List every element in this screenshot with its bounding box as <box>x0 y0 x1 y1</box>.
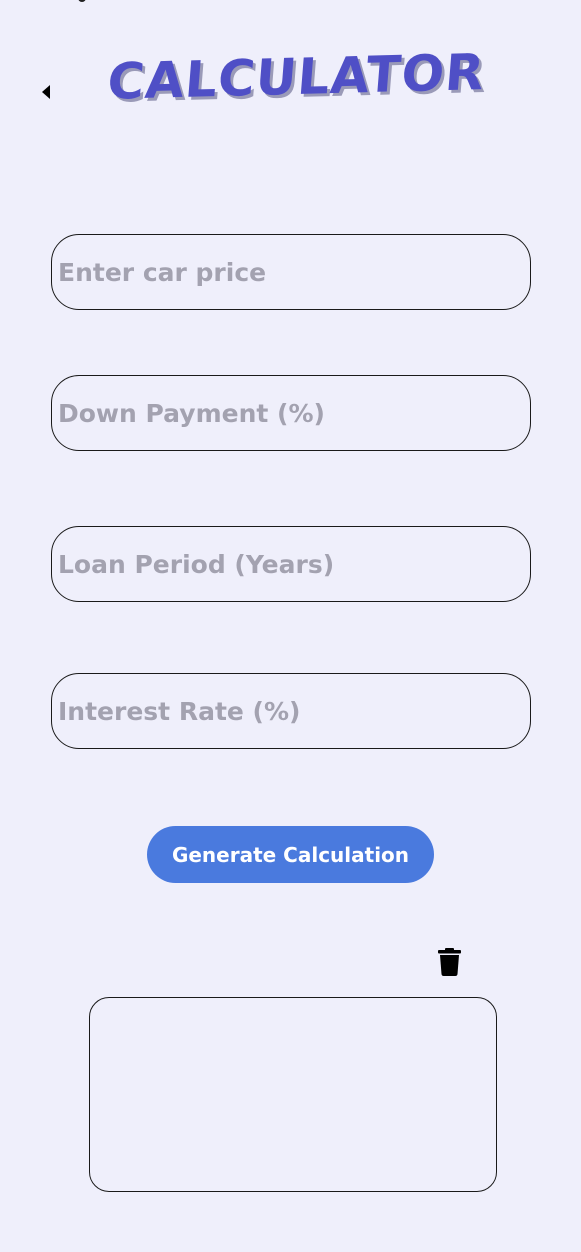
interest-rate-field[interactable] <box>51 673 531 749</box>
back-arrow-icon <box>42 85 50 99</box>
trash-icon <box>438 948 461 976</box>
loan-period-input[interactable] <box>52 527 530 601</box>
result-box <box>89 997 497 1192</box>
interest-rate-input[interactable] <box>52 674 530 748</box>
back-button[interactable] <box>34 78 58 106</box>
generate-calculation-button[interactable]: Generate Calculation <box>147 826 434 883</box>
page-title: CALCULATOR <box>105 43 488 111</box>
car-price-field[interactable] <box>51 234 531 310</box>
car-price-input[interactable] <box>52 235 530 309</box>
down-payment-field[interactable] <box>51 375 531 451</box>
down-payment-input[interactable] <box>52 376 530 450</box>
delete-button[interactable] <box>437 947 462 977</box>
status-bar-fragment <box>78 0 86 2</box>
loan-period-field[interactable] <box>51 526 531 602</box>
